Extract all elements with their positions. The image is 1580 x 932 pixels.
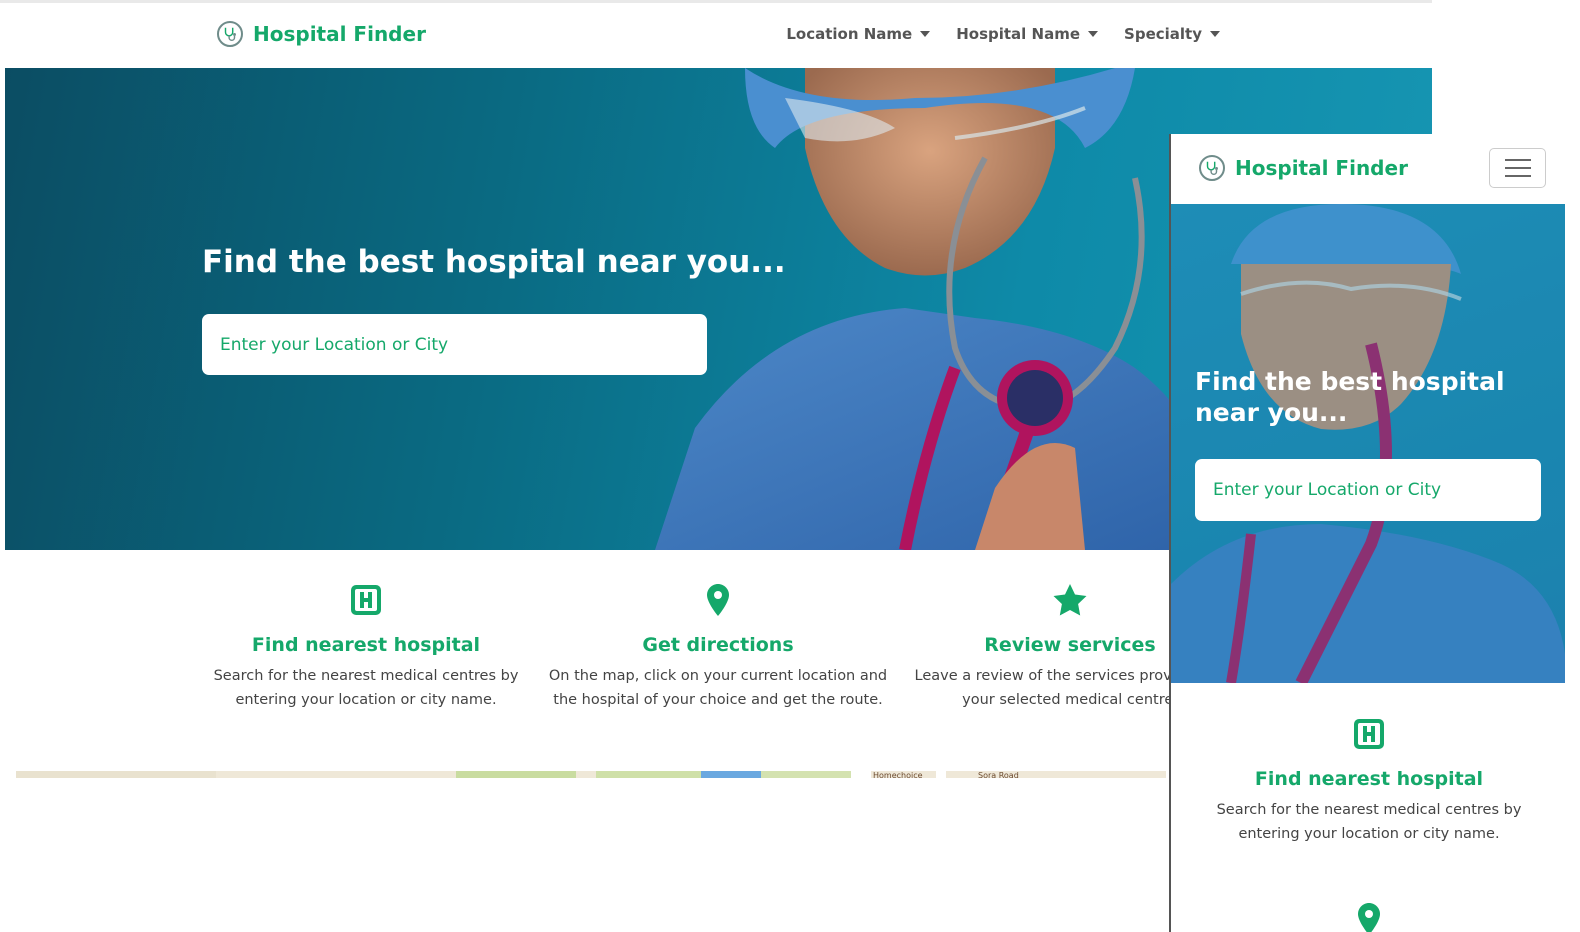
- caret-down-icon: [1088, 31, 1099, 37]
- hospital-icon: [1171, 714, 1565, 754]
- feature-card: Find nearest hospital Search for the nea…: [1171, 714, 1565, 846]
- map-label: Sora Road: [978, 771, 1019, 778]
- stethoscope-icon: [1199, 155, 1225, 181]
- mobile-hero-banner: Find the best hospital near you... Enter…: [1171, 204, 1565, 683]
- brand-logo[interactable]: Hospital Finder: [1199, 155, 1408, 181]
- map-pin-icon: [1171, 899, 1565, 932]
- top-navbar: Hospital Finder Location Name Hospital N…: [0, 0, 1432, 68]
- brand-logo[interactable]: Hospital Finder: [217, 21, 426, 47]
- stethoscope-icon: [217, 21, 243, 47]
- feature-title: Find nearest hospital: [1254, 768, 1484, 790]
- hero-title: Find the best hospital near you...: [202, 244, 786, 280]
- map-preview[interactable]: Homechoice Sora Road: [16, 771, 1166, 778]
- nav-specialty-dropdown[interactable]: Specialty: [1124, 25, 1220, 43]
- feature-card: [1171, 899, 1565, 932]
- feature-text: Search for the nearest medical centres b…: [213, 668, 519, 708]
- nav-location-dropdown[interactable]: Location Name: [786, 25, 931, 43]
- feature-card: Get directions On the map, click on your…: [548, 580, 888, 712]
- feature-text: Search for the nearest medical centres b…: [1216, 802, 1522, 842]
- feature-title: Find nearest hospital: [251, 634, 481, 656]
- feature-text: On the map, click on your current locati…: [548, 668, 888, 708]
- main-nav: Location Name Hospital Name Specialty: [786, 25, 1220, 43]
- nav-hospital-dropdown[interactable]: Hospital Name: [956, 25, 1099, 43]
- location-search-input[interactable]: Enter your Location or City: [1195, 459, 1541, 521]
- hero-title: Find the best hospital near you...: [1195, 367, 1505, 427]
- mobile-view: Hospital Finder Find the best hospital n…: [1169, 134, 1565, 932]
- caret-down-icon: [1210, 31, 1220, 37]
- brand-name: Hospital Finder: [1235, 156, 1408, 180]
- feature-title: Get directions: [642, 634, 794, 656]
- map-pin-icon: [548, 580, 888, 620]
- feature-card: Find nearest hospital Search for the nea…: [196, 580, 536, 712]
- nav-item-label: Specialty: [1124, 25, 1202, 43]
- nav-item-label: Hospital Name: [956, 25, 1081, 43]
- hospital-icon: [196, 580, 536, 620]
- nav-item-label: Location Name: [786, 25, 913, 43]
- caret-down-icon: [920, 31, 931, 37]
- mobile-navbar: Hospital Finder: [1171, 134, 1565, 204]
- location-search-input[interactable]: Enter your Location or City: [202, 314, 707, 375]
- map-label: Homechoice: [873, 771, 923, 778]
- brand-name: Hospital Finder: [253, 22, 426, 46]
- doctor-photo: [1171, 204, 1565, 683]
- hamburger-menu-button[interactable]: [1489, 148, 1546, 188]
